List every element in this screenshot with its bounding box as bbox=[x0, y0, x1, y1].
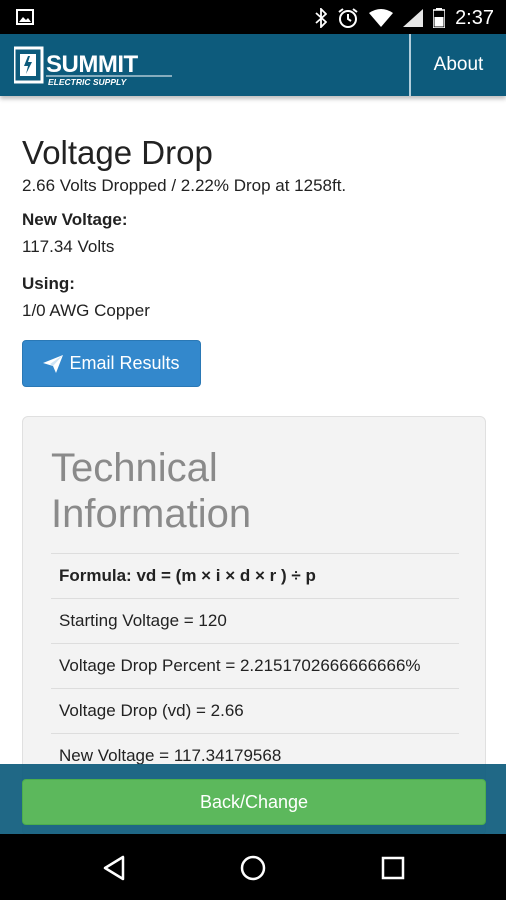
technical-info-title: Technical Information bbox=[51, 445, 451, 537]
using-label: Using: bbox=[22, 274, 75, 293]
brand-main-text: SUMMIT bbox=[46, 51, 138, 78]
app-header: SUMMIT ELECTRIC SUPPLY About bbox=[0, 34, 506, 96]
signal-icon bbox=[403, 9, 424, 27]
using-value: 1/0 AWG Copper bbox=[22, 301, 150, 320]
technical-title-line-1: Technical bbox=[51, 446, 218, 490]
bottom-action-bar: Back/Change bbox=[0, 764, 506, 834]
about-button[interactable]: About bbox=[411, 34, 506, 96]
home-circle-icon bbox=[240, 855, 266, 881]
back-change-button[interactable]: Back/Change bbox=[22, 779, 486, 825]
drop-summary: 2.66 Volts Dropped / 2.22% Drop at 1258f… bbox=[22, 176, 347, 195]
nav-home-button[interactable] bbox=[233, 848, 273, 888]
wifi-icon bbox=[369, 9, 394, 27]
new-voltage-value: 117.34 Volts bbox=[22, 237, 115, 256]
battery-icon bbox=[433, 8, 446, 28]
new-voltage-label: New Voltage: bbox=[22, 210, 128, 229]
system-nav-bar bbox=[0, 834, 506, 900]
summit-electric-logo: SUMMIT ELECTRIC SUPPLY bbox=[14, 46, 172, 86]
email-results-label: Email Results bbox=[69, 353, 180, 373]
voltage-drop-percent-row: Voltage Drop Percent = 2.215170266666666… bbox=[51, 643, 459, 688]
nav-back-button[interactable] bbox=[94, 848, 134, 888]
formula-row: Formula: vd = (m × i × d × r ) ÷ p bbox=[51, 553, 459, 598]
clock-time: 2:37 bbox=[455, 6, 494, 29]
brand-sub-text: ELECTRIC SUPPLY bbox=[48, 77, 128, 86]
technical-info-table: Formula: vd = (m × i × d × r ) ÷ p Start… bbox=[51, 553, 459, 778]
nav-recents-button[interactable] bbox=[373, 848, 413, 888]
back-triangle-icon bbox=[103, 855, 125, 881]
starting-voltage-row: Starting Voltage = 120 bbox=[51, 598, 459, 643]
alarm-icon bbox=[338, 8, 358, 28]
status-bar: 2:37 bbox=[0, 0, 506, 34]
voltage-drop-row: Voltage Drop (vd) = 2.66 bbox=[51, 688, 459, 733]
technical-title-line-2: Information bbox=[51, 492, 252, 536]
recents-square-icon bbox=[381, 856, 405, 880]
bluetooth-icon bbox=[315, 8, 328, 28]
send-icon bbox=[43, 354, 64, 373]
email-results-button[interactable]: Email Results bbox=[22, 340, 201, 387]
page-title: Voltage Drop bbox=[22, 134, 213, 171]
image-notification-icon bbox=[16, 9, 34, 25]
